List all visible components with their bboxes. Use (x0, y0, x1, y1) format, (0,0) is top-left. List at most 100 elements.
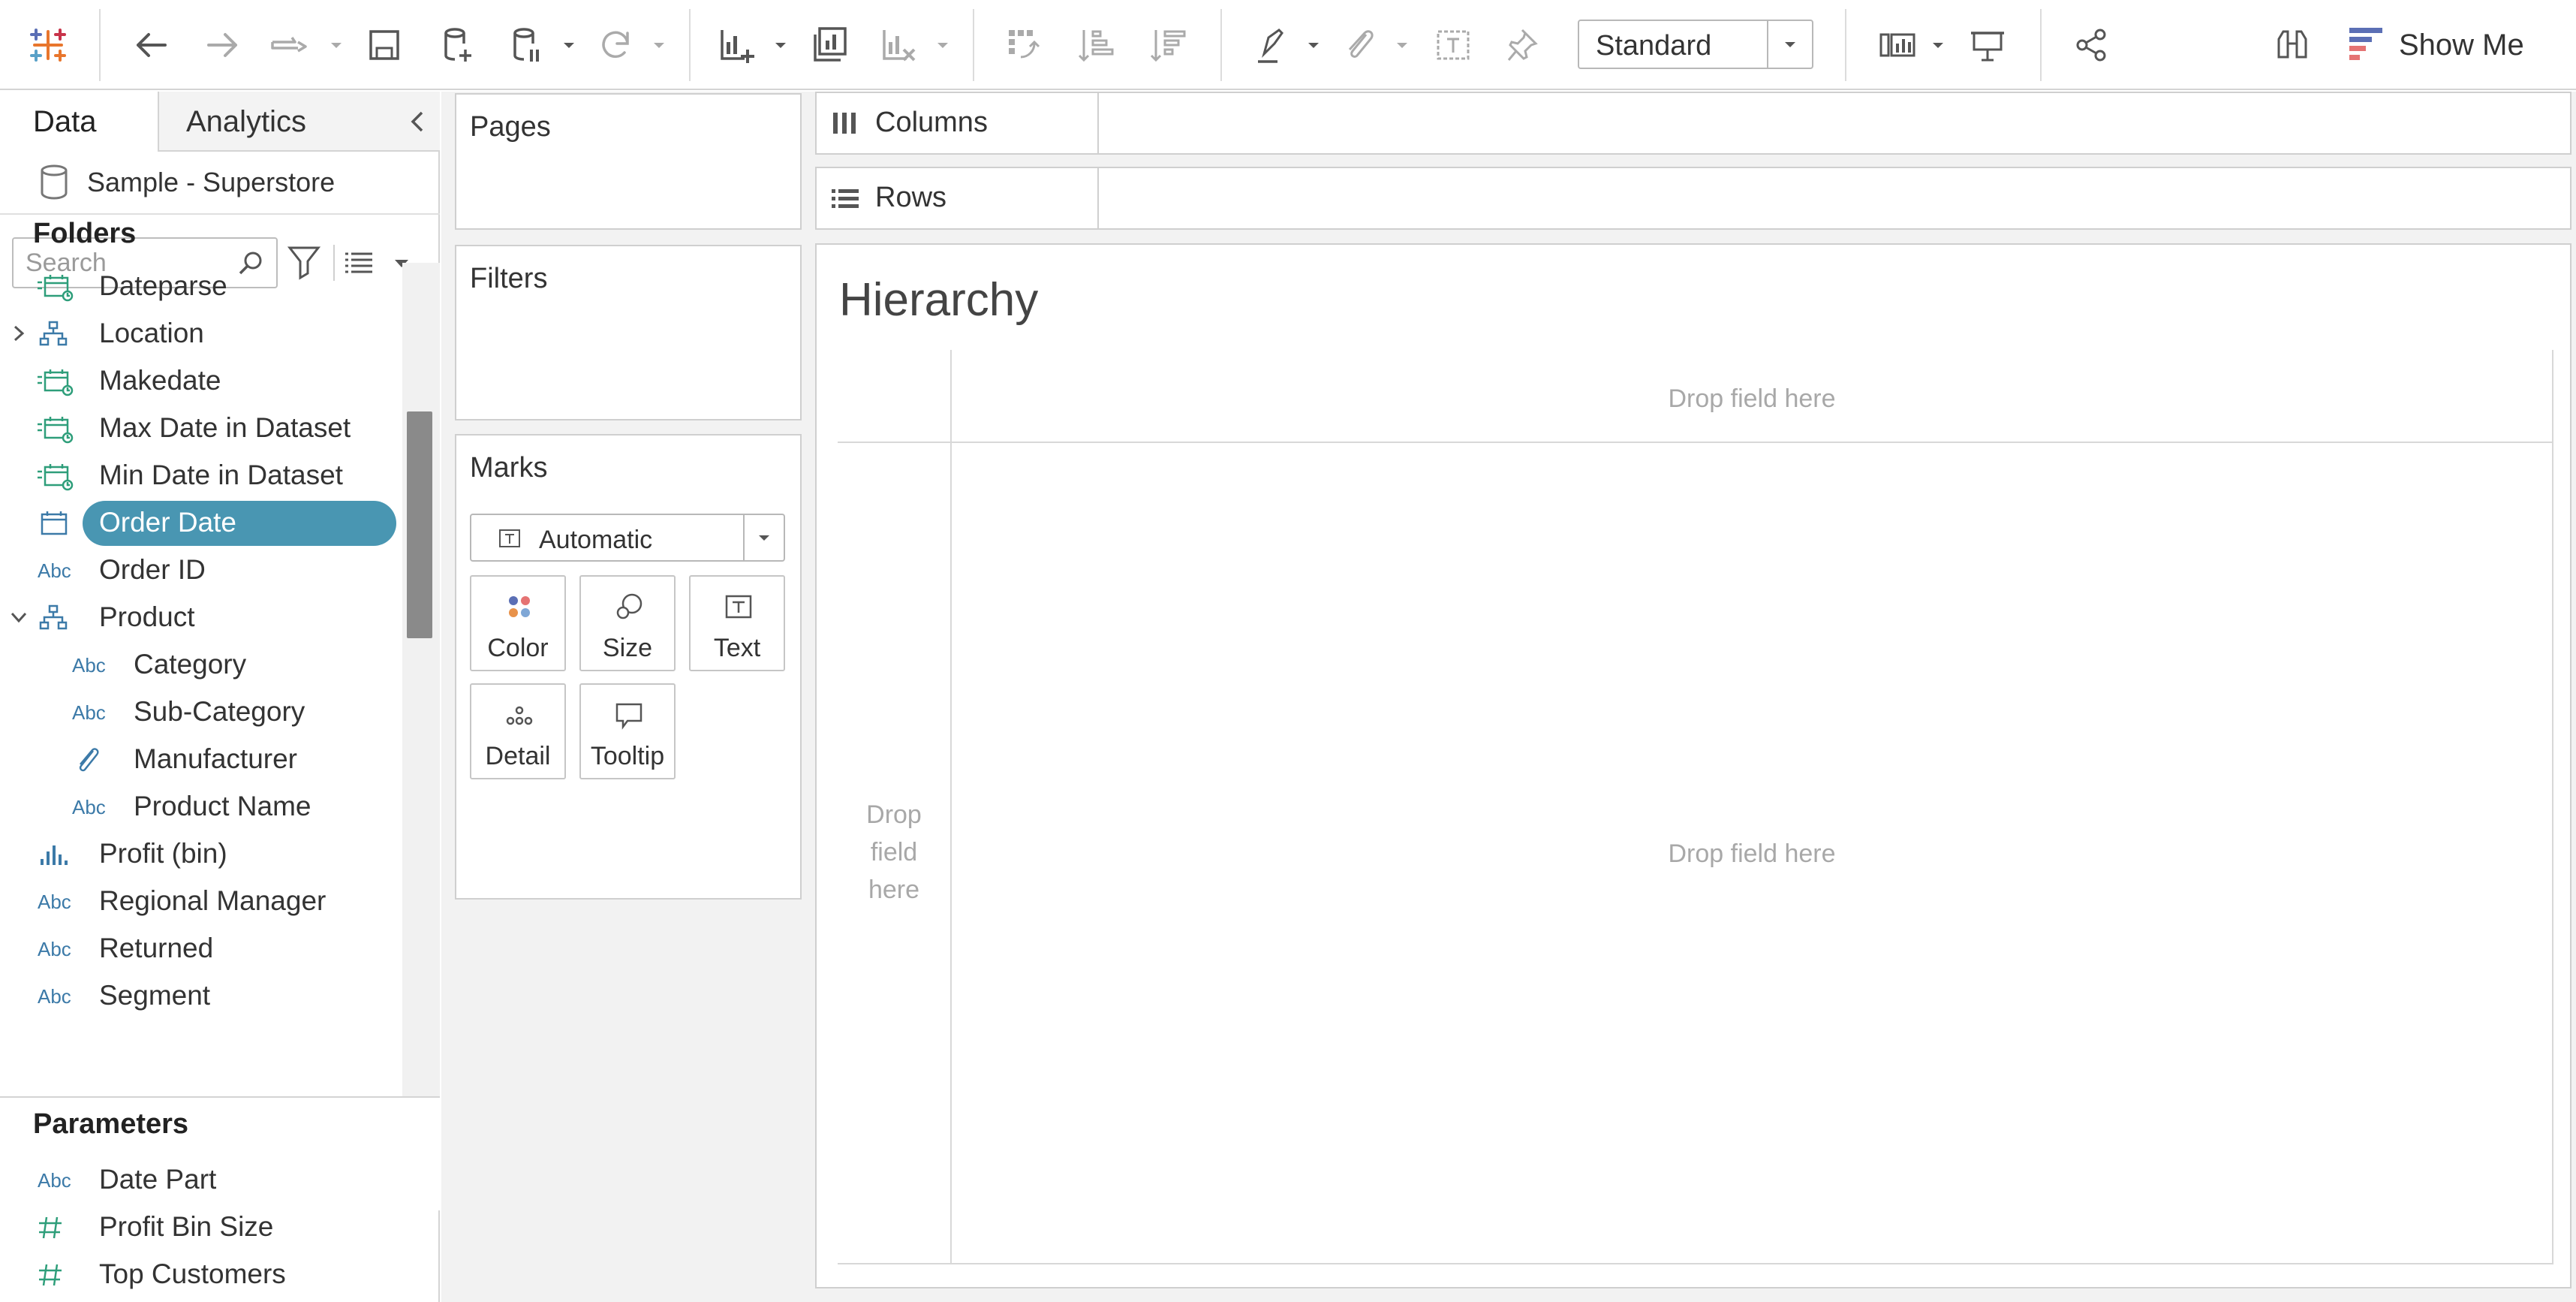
pages-card[interactable]: Pages (455, 93, 802, 230)
undo-icon[interactable] (123, 17, 180, 74)
field-name: Min Date in Dataset (99, 460, 343, 490)
number-param-icon (36, 1213, 75, 1243)
rows-shelf[interactable]: Rows (815, 167, 2571, 230)
text-label: Text (713, 634, 761, 662)
refresh-icon[interactable] (587, 17, 644, 74)
binoculars-icon[interactable] (2264, 17, 2321, 74)
show-cards-icon[interactable] (1869, 17, 1926, 74)
field-item[interactable]: Dateparse (0, 263, 402, 309)
field-name: Profit (bin) (99, 838, 227, 869)
marks-title: Marks (470, 452, 548, 484)
mark-type-dropdown[interactable]: Automatic (470, 514, 785, 562)
fix-axes-pin-icon[interactable] (1495, 17, 1552, 74)
text-button[interactable]: Text (689, 575, 785, 671)
field-item[interactable]: Profit (bin) (0, 830, 402, 877)
drop-field-rows-zone[interactable]: Drop field here (838, 796, 950, 909)
toolbar-separator (973, 9, 974, 81)
chevron-down-icon[interactable] (327, 36, 345, 54)
field-name: Product Name (134, 791, 311, 821)
field-item[interactable]: Abc Category (0, 641, 402, 688)
chevron-down-icon[interactable] (772, 36, 790, 54)
chevron-down-icon[interactable] (743, 515, 784, 560)
toolbar-separator (1845, 9, 1846, 81)
field-name: Max Date in Dataset (99, 412, 351, 443)
share-icon[interactable] (2063, 17, 2120, 74)
size-button[interactable]: Size (579, 575, 676, 671)
parameter-item[interactable]: Abc Date Part (0, 1156, 402, 1203)
parameter-item[interactable]: Profit Bin Size (0, 1204, 402, 1250)
chevron-down-icon[interactable] (560, 36, 578, 54)
fit-dropdown[interactable]: Standard (1578, 20, 1813, 69)
field-item[interactable]: Abc Regional Manager (0, 878, 402, 924)
parameter-name: Profit Bin Size (99, 1211, 274, 1242)
new-worksheet-icon[interactable] (709, 17, 766, 74)
toolbar-separator (689, 9, 691, 81)
sheet-title[interactable]: Hierarchy (839, 273, 1038, 327)
presentation-mode-icon[interactable] (1959, 17, 2016, 74)
drop-field-columns-zone[interactable]: Drop field here (952, 380, 2552, 417)
field-item[interactable]: Min Date in Dataset (0, 452, 402, 499)
string-icon: Abc (72, 795, 106, 818)
highlight-icon[interactable] (1243, 17, 1300, 74)
text-icon (724, 592, 754, 622)
pane-tabs: Data Analytics (0, 92, 440, 152)
field-item[interactable]: Abc Sub-Category (0, 689, 402, 735)
redo-icon[interactable] (194, 17, 251, 74)
field-item[interactable]: Abc Returned (0, 925, 402, 972)
field-item[interactable]: Manufacturer (0, 736, 402, 782)
field-name: Segment (99, 980, 211, 1011)
sort-ascending-icon[interactable] (1067, 17, 1124, 74)
chevron-down-icon[interactable] (1393, 36, 1411, 54)
chevron-down-icon[interactable] (650, 36, 668, 54)
save-icon[interactable] (356, 17, 413, 74)
filters-title: Filters (470, 263, 548, 294)
show-me-button[interactable]: Show Me (2349, 23, 2524, 68)
drop-field-center-zone[interactable]: Drop field here (952, 835, 2552, 873)
new-datasource-icon[interactable] (428, 17, 485, 74)
chevron-down-icon[interactable] (1767, 21, 1812, 68)
field-item[interactable]: Abc Product Name (0, 783, 402, 830)
filters-card[interactable]: Filters (455, 245, 802, 420)
tab-analytics[interactable]: Analytics (159, 92, 440, 152)
field-item[interactable]: Abc Order ID (0, 547, 402, 593)
pause-auto-updates-icon[interactable] (497, 17, 554, 74)
detail-button[interactable]: Detail (470, 683, 566, 779)
sort-descending-icon[interactable] (1139, 17, 1196, 74)
database-icon (38, 164, 71, 201)
scrollbar-thumb[interactable] (407, 411, 432, 638)
tableau-logo-icon[interactable] (20, 17, 77, 74)
field-item[interactable]: Makedate (0, 357, 402, 404)
chevron-down-icon[interactable] (1929, 36, 1947, 54)
field-item[interactable]: Location (0, 310, 402, 357)
chevron-down-icon[interactable] (934, 36, 952, 54)
chevron-right-icon[interactable] (9, 322, 29, 345)
tab-data[interactable]: Data (0, 92, 159, 152)
divider (950, 350, 952, 1264)
scrollbar-track[interactable] (402, 263, 440, 1096)
duplicate-sheet-icon[interactable] (802, 17, 859, 74)
tooltip-button[interactable]: Tooltip (579, 683, 676, 779)
clear-sheet-icon[interactable] (871, 17, 928, 74)
collapse-pane-chevron-left-icon[interactable] (402, 105, 432, 138)
rows-label: Rows (875, 182, 947, 213)
parameters-heading: Parameters (33, 1108, 189, 1140)
divider (2552, 350, 2553, 1264)
swap-rows-columns-icon[interactable] (995, 17, 1052, 74)
field-item[interactable]: Max Date in Dataset (0, 405, 402, 451)
columns-shelf[interactable]: Columns (815, 92, 2571, 155)
toolbar: Standard Show Me (0, 0, 2576, 90)
replay-animation-icon[interactable] (264, 17, 317, 74)
field-name: Location (99, 318, 204, 348)
parameter-list: Abc Date Part Profit Bin Size Top Customers (0, 1156, 440, 1302)
chevron-down-icon[interactable] (1305, 36, 1323, 54)
datasource-item[interactable]: Sample - Superstore (0, 152, 440, 215)
field-item[interactable]: Order Date (0, 499, 402, 546)
chevron-down-icon[interactable] (9, 606, 29, 628)
group-members-paperclip-icon[interactable] (1332, 17, 1389, 74)
color-button[interactable]: Color (470, 575, 566, 671)
tooltip-icon (614, 700, 644, 730)
field-item[interactable]: Product (0, 594, 402, 640)
parameter-item[interactable]: Top Customers (0, 1251, 402, 1297)
show-mark-labels-icon[interactable] (1425, 17, 1482, 74)
field-item[interactable]: Abc Segment (0, 972, 402, 1019)
